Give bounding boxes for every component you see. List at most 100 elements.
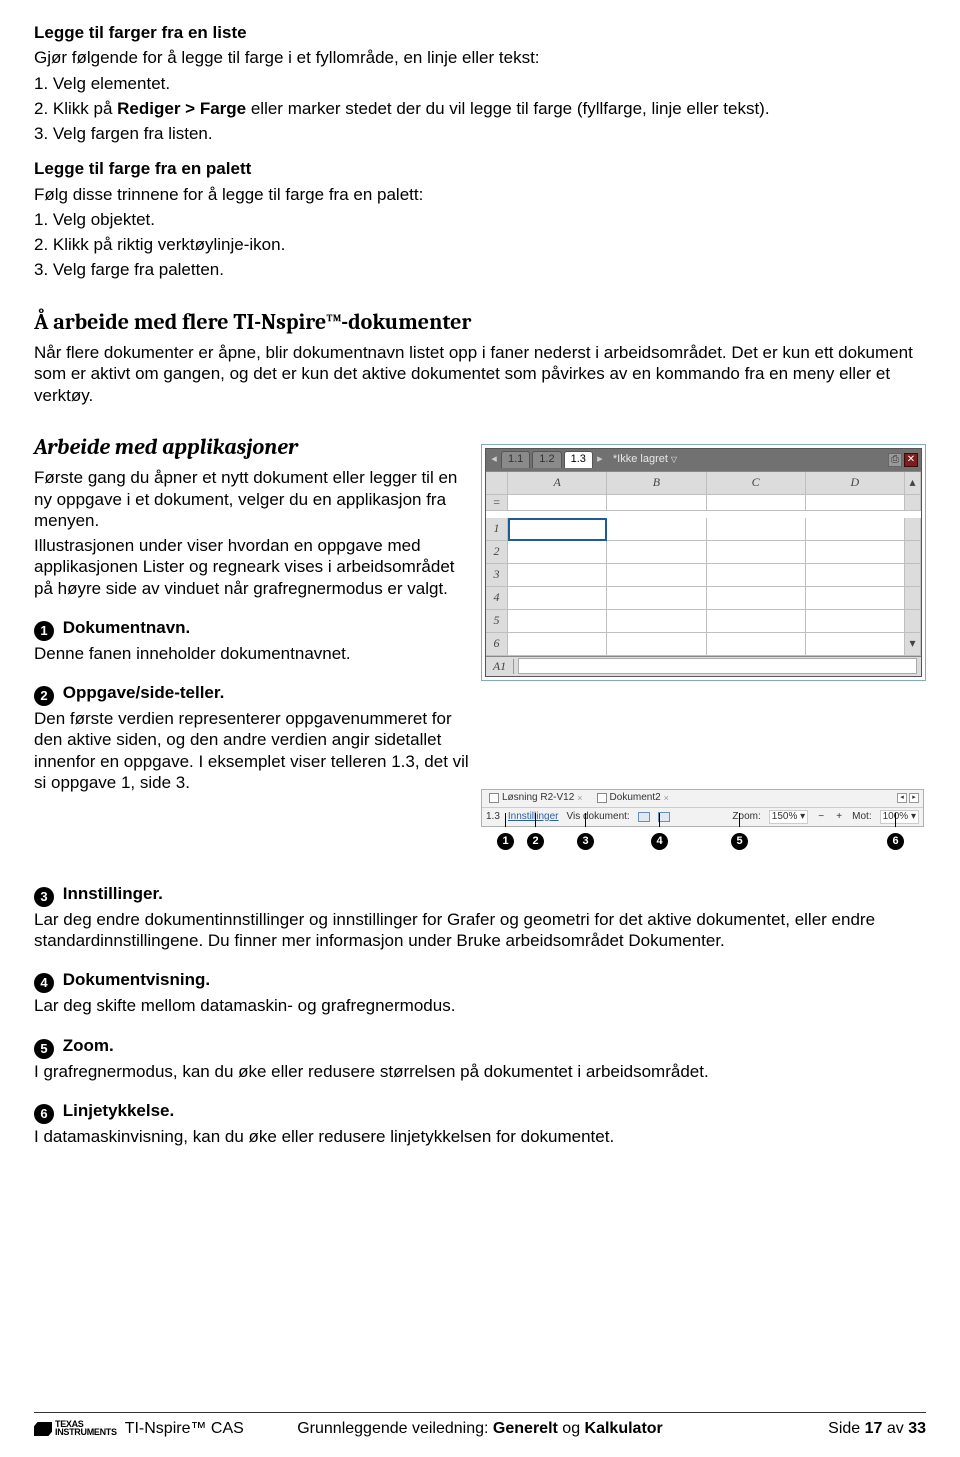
cell[interactable] [508,564,607,587]
sheet-tab-active[interactable]: 1.3 [564,451,593,468]
dropdown-icon[interactable]: ▽ [671,455,677,464]
scroll-down-icon[interactable]: ▾ [905,633,921,656]
document-tab[interactable]: Løsning R2-V12 × [486,792,586,805]
text: Gjør følgende for å legge til farge i et… [34,47,926,68]
item-3-title: 3 Innstillinger. [34,883,926,907]
formula-input[interactable] [518,658,917,674]
cell[interactable] [806,587,905,610]
marker-icon: 4 [651,833,668,850]
scroll-up-icon[interactable]: ▴ [905,472,921,495]
marker-icon: 3 [577,833,594,850]
scroll-right-icon[interactable]: ▸ [909,793,919,803]
cell[interactable] [607,610,706,633]
close-icon[interactable]: ✕ [904,453,918,467]
step-2: 2. Klikk på Rediger > Farge eller marker… [34,98,926,119]
next-page-icon[interactable]: ▸ [595,453,605,467]
cell[interactable] [607,564,706,587]
prev-page-icon[interactable]: ◂ [489,453,499,467]
page-indicator[interactable]: 1.3 [486,811,500,824]
cell[interactable] [607,587,706,610]
marker-icon: 1 [497,833,514,850]
close-tab-icon[interactable]: × [577,793,582,804]
toolbar-icon[interactable]: ⎙ [888,453,902,467]
column-header[interactable]: A [508,472,607,495]
row-header[interactable]: 2 [486,541,508,564]
step-1: 1. Velg elementet. [34,73,926,94]
step-2: 2. Klikk på riktig verktøylinje-ikon. [34,234,926,255]
item-5-desc: I grafregnermodus, kan du øke eller redu… [34,1061,926,1082]
sheet-tab[interactable]: 1.1 [501,451,530,468]
footer-left: TI-Nspire™ CAS [125,1419,244,1439]
document-page: Legge til farger fra en liste Gjør følge… [0,0,960,1457]
item-4-title: 4 Dokumentvisning. [34,969,926,993]
document-icon [489,793,499,803]
row-header[interactable]: 1 [486,518,508,541]
cell[interactable] [607,541,706,564]
cell[interactable] [508,633,607,656]
cell-selected[interactable] [508,518,607,541]
cell[interactable] [707,541,806,564]
document-tab[interactable]: Dokument2 × [594,792,672,805]
screenshot-statusbar: Løsning R2-V12 × Dokument2 × ◂ ▸ 1.3 Inn… [481,789,924,827]
item-2-desc: Den første verdien representerer oppgave… [34,708,471,793]
zoom-out-icon[interactable]: − [816,811,826,824]
heading-add-color-list: Legge til farger fra en liste [34,22,926,43]
column-header[interactable]: B [607,472,706,495]
footer-center: Grunnleggende veiledning: Generelt og Ka… [297,1419,663,1439]
step-3: 3. Velg fargen fra listen. [34,123,926,144]
cell[interactable] [508,541,607,564]
paragraph: Når flere dokumenter er åpne, blir dokum… [34,342,926,406]
cell[interactable] [508,610,607,633]
cell[interactable] [707,564,806,587]
mot-dropdown[interactable]: 100% ▾ [880,810,919,825]
paragraph: Første gang du åpner et nytt dokument el… [34,467,471,531]
cell[interactable] [806,541,905,564]
close-tab-icon[interactable]: × [664,793,669,804]
row-header[interactable]: 4 [486,587,508,610]
column-header[interactable]: C [707,472,806,495]
sheet-tab[interactable]: 1.2 [532,451,561,468]
zoom-label: Zoom: [732,811,760,824]
ti-chip-icon [34,1422,52,1436]
marker-icon: 6 [887,833,904,850]
cell[interactable] [806,610,905,633]
cell[interactable] [607,518,706,541]
item-2-title: 2 Oppgave/side-teller. [34,682,471,706]
heading-applications: Arbeide med applikasjoner [34,434,471,462]
cell[interactable] [607,633,706,656]
cell[interactable] [707,633,806,656]
zoom-in-icon[interactable]: + [834,811,844,824]
settings-link[interactable]: Innstillinger [508,811,559,824]
item-6-title: 6 Linjetykkelse. [34,1100,926,1124]
scroll-left-icon[interactable]: ◂ [897,793,907,803]
footer-page-number: Side 17 av 33 [828,1419,926,1439]
mot-label: Mot: [852,811,871,824]
cell[interactable] [806,633,905,656]
row-header[interactable]: 3 [486,564,508,587]
item-1-desc: Denne fanen inneholder dokumentnavnet. [34,643,471,664]
item-4-desc: Lar deg skifte mellom datamaskin- og gra… [34,995,926,1016]
cell[interactable] [707,518,806,541]
cell[interactable] [806,564,905,587]
page-footer: TEXAS INSTRUMENTS TI-Nspire™ CAS Grunnle… [34,1412,926,1439]
view-mode-computer-icon[interactable] [638,812,650,822]
heading-add-color-palette: Legge til farge fra en palett [34,158,926,179]
step-3: 3. Velg farge fra paletten. [34,259,926,280]
row-header[interactable]: 6 [486,633,508,656]
marker-icon: 2 [527,833,544,850]
step-1: 1. Velg objektet. [34,209,926,230]
callout-markers: 1 2 3 4 5 6 [481,831,926,865]
cell[interactable] [806,518,905,541]
row-header[interactable]: 5 [486,610,508,633]
column-header[interactable]: D [806,472,905,495]
item-5-title: 5 Zoom. [34,1035,926,1059]
zoom-dropdown[interactable]: 150% ▾ [769,810,808,825]
cell[interactable] [508,587,607,610]
cell[interactable] [707,587,806,610]
ti-logo: TEXAS INSTRUMENTS [34,1421,117,1436]
marker-icon: 5 [731,833,748,850]
document-title: *Ikke lagret▽ [613,453,677,467]
cell[interactable] [707,610,806,633]
screenshot-spreadsheet: ◂ 1.1 1.2 1.3 ▸ *Ikke lagret▽ ⎙ ✕ A [481,444,926,681]
item-3-desc: Lar deg endre dokumentinnstillinger og i… [34,909,926,952]
